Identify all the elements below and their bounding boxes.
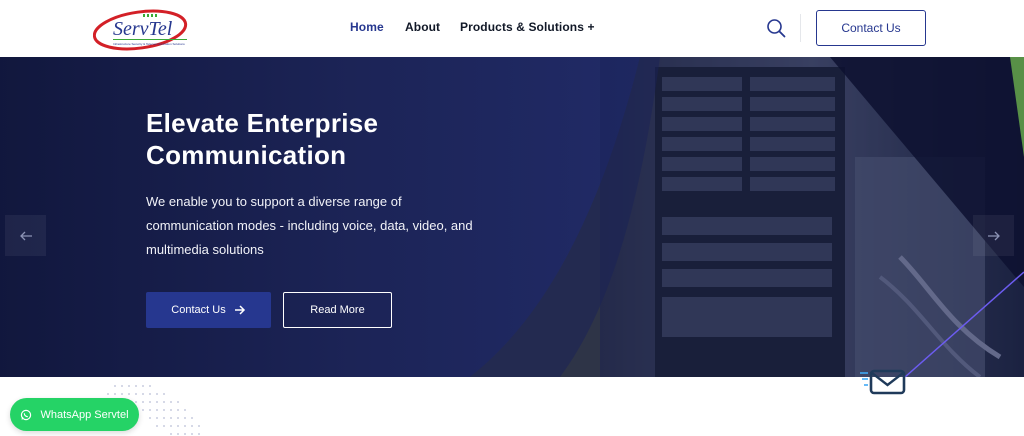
whatsapp-button[interactable]: WhatsApp Servtel: [10, 398, 139, 431]
logo-tagline: Infrastructure Security & Telecommunicat…: [113, 42, 185, 46]
slider-prev-button[interactable]: [5, 215, 46, 256]
nav-about[interactable]: About: [405, 20, 440, 34]
hero-title: Elevate Enterprise Communication: [146, 108, 379, 170]
search-icon[interactable]: [765, 17, 787, 39]
hero-description: We enable you to support a diverse range…: [146, 194, 473, 257]
nav-home[interactable]: Home: [350, 20, 384, 34]
arrow-right-icon: [234, 305, 245, 315]
logo-text: ServTel: [113, 18, 173, 40]
mail-icon: [860, 369, 906, 395]
whatsapp-label: WhatsApp Servtel: [40, 408, 129, 421]
arrow-right-icon: [987, 231, 1000, 240]
nav-products-solutions[interactable]: Products & Solutions +: [460, 20, 595, 34]
servtel-logo[interactable]: ServTel Infrastructure Security & Teleco…: [93, 5, 193, 53]
header-divider: [800, 14, 801, 42]
site-header: ServTel Infrastructure Security & Teleco…: [0, 0, 1024, 57]
hero-slider: Elevate Enterprise Communication We enab…: [0, 57, 1024, 377]
slider-next-button[interactable]: [973, 215, 1014, 256]
arrow-left-icon: [19, 231, 32, 240]
hero-read-more-button[interactable]: Read More: [283, 292, 392, 328]
hero-contact-label: Contact Us: [171, 304, 226, 316]
header-contact-button[interactable]: Contact Us: [816, 10, 926, 46]
whatsapp-icon: [21, 409, 32, 420]
hero-contact-button[interactable]: Contact Us: [146, 292, 271, 328]
